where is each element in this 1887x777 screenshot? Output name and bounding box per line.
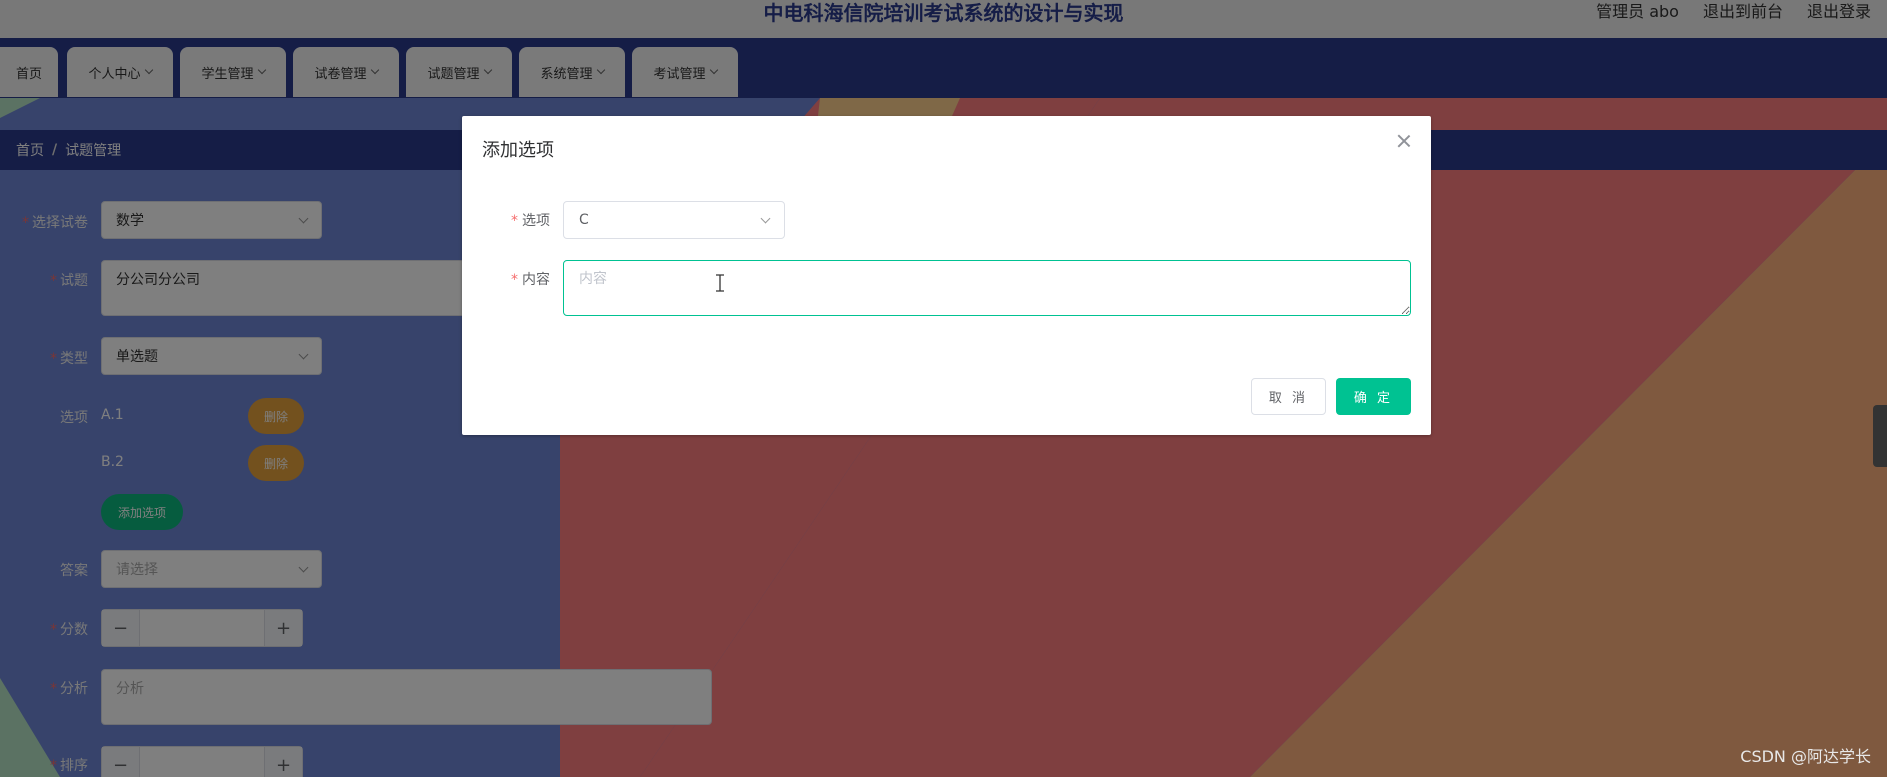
dialog-option-label: * 选项: [511, 213, 550, 229]
text-cursor-icon: [716, 274, 724, 292]
dialog-content-label: * 内容: [511, 272, 550, 288]
cancel-button[interactable]: 取 消: [1251, 378, 1326, 415]
content-textarea[interactable]: [563, 260, 1411, 316]
option-select[interactable]: C: [563, 201, 785, 239]
option-select-value: C: [579, 212, 589, 228]
add-option-dialog: 添加选项 *选项 C *内容 取 消 确 定: [462, 116, 1431, 435]
dialog-title: 添加选项: [482, 140, 554, 161]
chevron-down-icon: [760, 213, 771, 223]
confirm-button[interactable]: 确 定: [1336, 378, 1411, 415]
side-handle[interactable]: [1873, 405, 1887, 467]
close-icon[interactable]: [1397, 134, 1411, 148]
watermark: CSDN @阿达学长: [1740, 747, 1871, 766]
